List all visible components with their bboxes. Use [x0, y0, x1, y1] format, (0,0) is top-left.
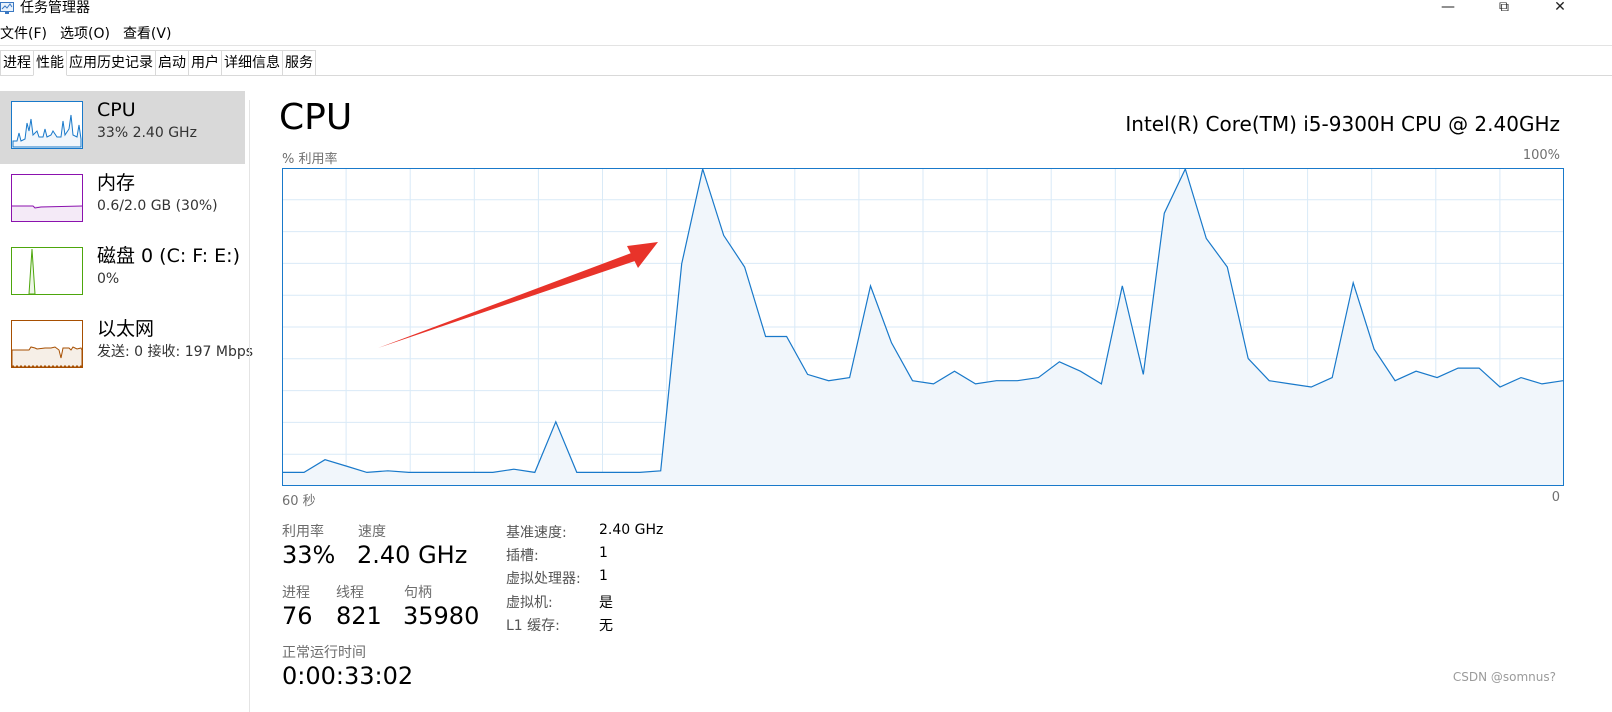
sidebar-item-disk[interactable]: 磁盘 0 (C: F: E:) 0%	[0, 237, 245, 310]
title-bar: 任务管理器 — ⧉ ✕	[0, 0, 1612, 18]
handles-label: 句柄	[404, 585, 432, 601]
sidebar-divider	[249, 100, 250, 712]
tab-processes[interactable]: 进程	[0, 50, 34, 75]
tab-services[interactable]: 服务	[282, 50, 316, 75]
cpu-model-name: Intel(R) Core(TM) i5-9300H CPU @ 2.40GHz	[1125, 112, 1560, 136]
graph-time-start-label: 60 秒	[282, 494, 316, 509]
disk-graph-icon	[11, 247, 83, 295]
threads-label: 线程	[336, 585, 364, 601]
cpu-utilization-graph	[282, 168, 1564, 486]
graph-max-label: 100%	[1522, 148, 1560, 163]
tab-performance[interactable]: 性能	[33, 50, 67, 76]
base-speed-label: 基准速度:	[506, 525, 567, 541]
menu-divider	[0, 45, 1612, 46]
window-title: 任务管理器	[20, 0, 90, 16]
tab-bar: 进程 性能 应用历史记录 启动 用户 详细信息 服务	[0, 50, 316, 76]
minimize-button[interactable]: —	[1428, 0, 1468, 16]
sidebar-item-label: 磁盘 0 (C: F: E:)	[97, 245, 241, 267]
watermark: CSDN @somnus?	[1452, 670, 1556, 684]
sidebar-item-detail: 发送: 0 接收: 197 Mbps	[97, 344, 254, 360]
sockets-value: 1	[599, 545, 608, 561]
tab-app-history[interactable]: 应用历史记录	[66, 50, 156, 75]
sidebar-item-label: 以太网	[97, 318, 155, 340]
sidebar-item-detail: 33% 2.40 GHz	[97, 125, 197, 141]
sidebar-item-detail: 0.6/2.0 GB (30%)	[97, 198, 218, 214]
sidebar-item-detail: 0%	[97, 271, 120, 287]
sidebar-item-cpu[interactable]: CPU 33% 2.40 GHz	[0, 91, 245, 164]
graph-y-label: % 利用率	[282, 152, 338, 167]
resource-sidebar: CPU 33% 2.40 GHz 内存 0.6/2.0 GB (30%) 磁盘 …	[0, 76, 253, 712]
virtual-processors-label: 虚拟处理器:	[506, 571, 581, 587]
utilization-label: 利用率	[282, 524, 324, 540]
tab-startup[interactable]: 启动	[155, 50, 189, 75]
processes-label: 进程	[282, 585, 310, 601]
l1-cache-value: 无	[599, 618, 613, 634]
handles-value: 35980	[403, 602, 480, 630]
menu-options[interactable]: 选项(O)	[60, 24, 110, 44]
page-title: CPU	[279, 97, 353, 138]
threads-value: 821	[336, 602, 382, 630]
sidebar-item-ethernet[interactable]: 以太网 发送: 0 接收: 197 Mbps	[0, 310, 253, 383]
menu-view[interactable]: 查看(V)	[123, 24, 172, 44]
processes-value: 76	[282, 602, 313, 630]
uptime-label: 正常运行时间	[282, 645, 366, 661]
restore-button[interactable]: ⧉	[1484, 0, 1524, 16]
virtual-machine-value: 是	[599, 595, 613, 611]
cpu-graph-icon	[11, 101, 83, 149]
base-speed-value: 2.40 GHz	[599, 522, 664, 538]
sidebar-item-label: 内存	[97, 172, 136, 194]
virtual-processors-value: 1	[599, 568, 608, 584]
menu-bar: 文件(F) 选项(O) 查看(V)	[0, 24, 171, 44]
task-manager-icon	[0, 2, 14, 14]
ethernet-graph-icon	[11, 320, 83, 368]
sidebar-item-label: CPU	[97, 99, 136, 121]
sockets-label: 插槽:	[506, 548, 539, 564]
memory-graph-icon	[11, 174, 83, 222]
virtual-machine-label: 虚拟机:	[506, 595, 553, 611]
l1-cache-label: L1 缓存:	[506, 618, 560, 634]
speed-label: 速度	[358, 524, 386, 540]
tab-users[interactable]: 用户	[188, 50, 222, 75]
sidebar-item-memory[interactable]: 内存 0.6/2.0 GB (30%)	[0, 164, 245, 237]
menu-file[interactable]: 文件(F)	[0, 24, 47, 44]
speed-value: 2.40 GHz	[357, 541, 468, 569]
uptime-value: 0:00:33:02	[282, 662, 414, 690]
close-button[interactable]: ✕	[1540, 0, 1580, 16]
tab-details[interactable]: 详细信息	[221, 50, 283, 75]
graph-time-end-label: 0	[1551, 490, 1560, 505]
utilization-value: 33%	[282, 541, 336, 569]
